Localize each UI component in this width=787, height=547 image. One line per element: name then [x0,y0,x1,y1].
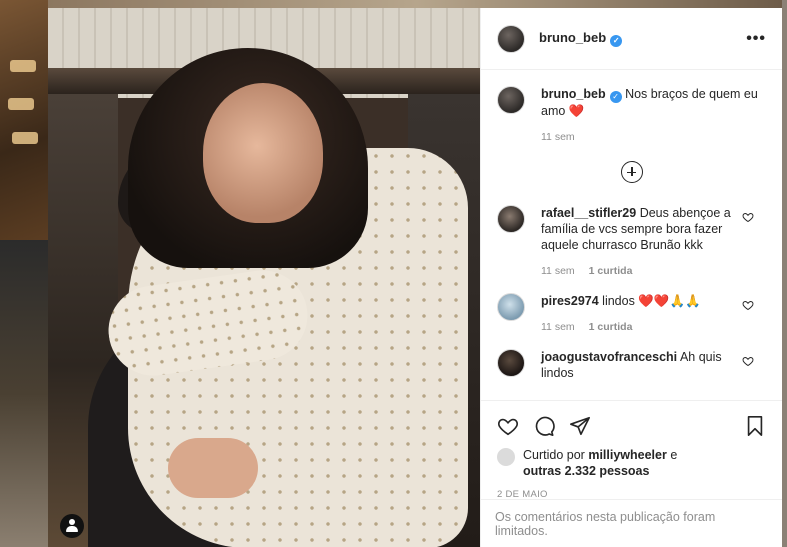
comment-item: pires2974 lindos ❤️❤️🙏🙏 11 sem 1 curtida [497,293,766,333]
backdrop-lamp [8,98,34,110]
caption-author[interactable]: bruno_beb [541,87,606,101]
comment-time: 11 sem [541,321,575,333]
comment-text: lindos [602,294,635,308]
post-header: bruno_beb ✓ ••• [481,8,782,70]
post-photo[interactable] [48,8,480,547]
author-avatar[interactable] [497,24,525,53]
plus-circle-icon[interactable] [620,161,643,183]
commenter-avatar[interactable] [497,293,525,321]
backdrop-tile [48,0,786,8]
comment-emojis: ❤️❤️🙏🙏 [638,294,701,308]
user-tag-icon[interactable] [60,514,84,538]
share-icon[interactable] [569,415,591,437]
liker-avatar[interactable] [497,448,515,466]
comments-list[interactable]: bruno_beb ✓ Nos braços de quem eu amo ❤️ … [481,70,782,400]
commenter-avatar[interactable] [497,349,525,377]
action-icons-row [497,409,766,443]
backdrop-tile [0,0,48,240]
post-actions: Curtido por milliywheeler e outras 2.332… [481,400,782,500]
heart-icon[interactable] [497,415,519,437]
comments-limited-notice: Os comentários nesta publicação foram li… [481,499,782,547]
caption-author-avatar[interactable] [497,86,525,114]
commenter-username[interactable]: rafael__stifler29 [541,206,636,220]
comment-icon[interactable] [533,415,555,437]
backdrop-lamp [10,60,36,72]
backdrop-tile [0,240,48,547]
liked-by-user[interactable]: milliywheeler [588,448,667,462]
verified-badge-icon: ✓ [610,35,623,47]
caption-time: 11 sem [541,131,575,143]
liked-by-others[interactable]: outras 2.332 pessoas [523,464,649,478]
liked-by: Curtido por milliywheeler e outras 2.332… [497,447,766,479]
comment-item: rafael__stifler29 Deus abençoe a família… [497,205,766,277]
comment-like-heart-icon[interactable] [742,355,754,367]
liked-by-prefix: Curtido por [523,448,585,462]
heart-emoji: ❤️ [568,104,585,118]
commenter-username[interactable]: joaogustavofranceschi [541,350,677,364]
liked-by-connector: e [670,448,678,462]
comment-like-heart-icon[interactable] [742,299,754,311]
comment-likes[interactable]: 1 curtida [589,321,633,333]
comment-like-heart-icon[interactable] [742,211,754,223]
backdrop-lamp [12,132,38,144]
load-more-comments[interactable] [497,161,766,183]
verified-badge-icon: ✓ [609,91,622,103]
comment-likes[interactable]: 1 curtida [589,265,633,277]
post-side-panel: bruno_beb ✓ ••• bruno_beb ✓ Nos braços de … [480,8,782,547]
commenter-username[interactable]: pires2974 [541,294,599,308]
post-caption: bruno_beb ✓ Nos braços de quem eu amo ❤️ … [497,86,766,143]
photo-woman-face [203,83,323,223]
commenter-avatar[interactable] [497,205,525,233]
author-username[interactable]: bruno_beb ✓ [539,30,623,47]
bookmark-icon[interactable] [744,415,766,437]
photo-hand [168,438,258,498]
more-options-icon[interactable]: ••• [746,30,766,48]
comment-item: joaogustavofranceschi Ah quis lindos [497,349,766,381]
comment-time: 11 sem [541,265,575,277]
backdrop-tile [782,0,787,547]
